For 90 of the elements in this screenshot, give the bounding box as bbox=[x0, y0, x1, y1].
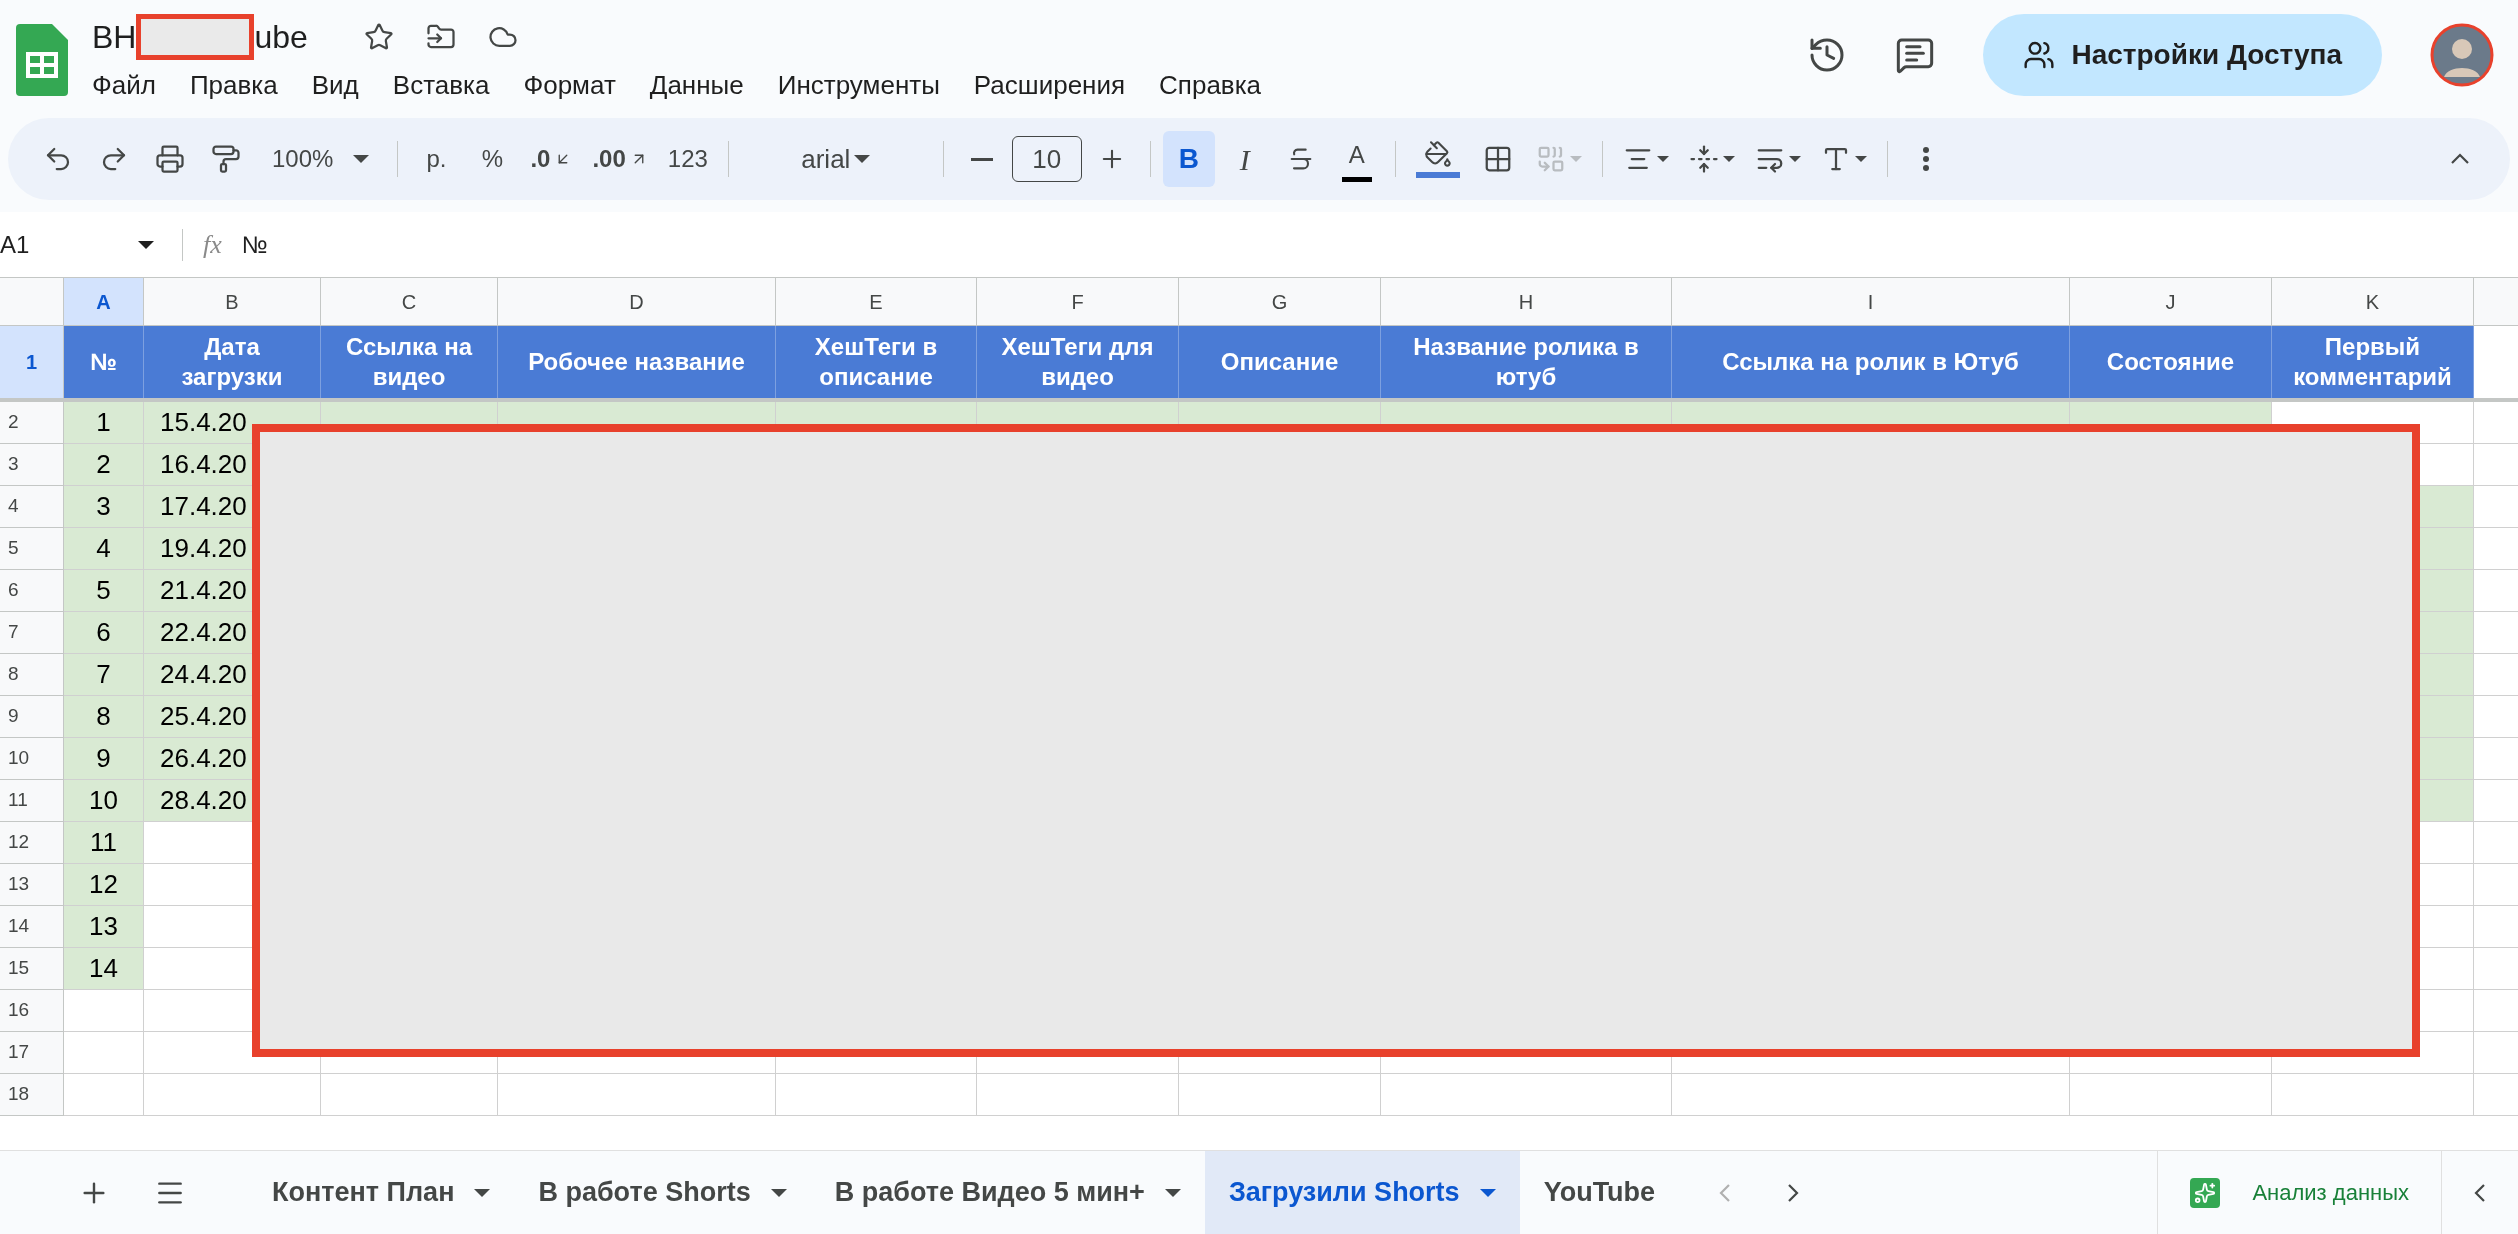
menu-item[interactable]: Правка bbox=[189, 65, 278, 105]
font-size-field[interactable]: 10 bbox=[1011, 136, 1082, 182]
currency-button[interactable]: р. bbox=[410, 131, 463, 187]
text-color-button[interactable]: A bbox=[1330, 131, 1383, 187]
name-box[interactable]: A1 bbox=[0, 226, 170, 263]
vertical-align-icon bbox=[1688, 144, 1719, 174]
header-cell: Ссылка на видео bbox=[321, 326, 498, 398]
row-number[interactable]: 13 bbox=[0, 864, 64, 906]
header-cell: Название ролика в ютуб bbox=[1381, 326, 1672, 398]
sheet-tab[interactable]: Загрузили Shorts bbox=[1204, 1151, 1520, 1234]
table-cell: 8 bbox=[64, 696, 144, 738]
row-number[interactable]: 6 bbox=[0, 570, 64, 612]
increase-decimal-button[interactable]: .00 bbox=[584, 131, 656, 187]
header-cell: Описание bbox=[1179, 326, 1381, 398]
table-cell: 9 bbox=[64, 738, 144, 780]
header-cell: ХешТеги в описание bbox=[776, 326, 977, 398]
zoom-dropdown[interactable]: 100% bbox=[256, 131, 386, 187]
paint-roller-icon bbox=[211, 144, 241, 174]
header-cell: № bbox=[64, 326, 144, 398]
star-icon[interactable] bbox=[363, 22, 394, 52]
menu-item[interactable]: Расширения bbox=[973, 65, 1126, 105]
header-cell: Ссылка на ролик в Ютуб bbox=[1672, 326, 2070, 398]
menu-item[interactable]: Инструменты bbox=[777, 65, 940, 105]
table-cell: 12 bbox=[64, 864, 144, 906]
menu-item[interactable]: Вставка bbox=[392, 65, 490, 105]
printer-icon bbox=[155, 144, 185, 174]
header-cell: Дата загрузки bbox=[144, 326, 321, 398]
column-header[interactable]: A bbox=[64, 278, 144, 326]
row-number[interactable]: 14 bbox=[0, 906, 64, 948]
font-dropdown[interactable]: arial bbox=[740, 131, 931, 187]
table-cell: 11 bbox=[64, 822, 144, 864]
menu-item[interactable]: Формат bbox=[523, 65, 616, 105]
table-cell: 13 bbox=[64, 906, 144, 948]
table-cell: 3 bbox=[64, 486, 144, 528]
minus-icon bbox=[970, 157, 993, 161]
header-cell: ХешТеги для видео bbox=[977, 326, 1179, 398]
share-button[interactable]: Настройки Доступа bbox=[1983, 14, 2382, 96]
menu-item[interactable]: Файл bbox=[92, 65, 156, 105]
menu-item[interactable]: Справка bbox=[1159, 65, 1262, 105]
row-number[interactable]: 7 bbox=[0, 612, 64, 654]
table-cell: 1 bbox=[64, 402, 144, 444]
table-cell: 2 bbox=[64, 444, 144, 486]
fx-label: fx bbox=[203, 229, 222, 261]
explore-button[interactable]: Анализ данных bbox=[2157, 1151, 2442, 1234]
row-number[interactable]: 2 bbox=[0, 402, 64, 444]
table-cell: 10 bbox=[64, 780, 144, 822]
collapse-side-panel-icon[interactable] bbox=[2474, 1182, 2486, 1203]
sparkle-icon bbox=[2190, 1177, 2221, 1208]
formula-field[interactable]: № bbox=[241, 226, 268, 263]
chevron-up-icon bbox=[2450, 153, 2470, 165]
people-icon bbox=[2023, 39, 2056, 71]
table-cell: 5 bbox=[64, 570, 144, 612]
row-number[interactable]: 12 bbox=[0, 822, 64, 864]
sheet-tab[interactable]: YouTube bbox=[1519, 1151, 1680, 1234]
row-number[interactable]: 18 bbox=[0, 1074, 64, 1116]
document-title[interactable]: BH bbox=[92, 13, 137, 61]
document-title[interactable]: ube bbox=[254, 13, 308, 61]
italic-button[interactable]: I bbox=[1218, 131, 1271, 187]
header-cell: Робочее название bbox=[498, 326, 776, 398]
table-cell: 7 bbox=[64, 654, 144, 696]
row-number[interactable]: 15 bbox=[0, 948, 64, 990]
sheet-tab[interactable]: В работе Видео 5 мин+ bbox=[810, 1151, 1205, 1234]
spreadsheet-logo-icon[interactable] bbox=[16, 24, 68, 96]
paint-bucket-icon bbox=[1423, 140, 1452, 168]
sheet-tab[interactable]: Контент План bbox=[248, 1151, 515, 1234]
header-cell: Первый комментарий bbox=[2272, 326, 2474, 398]
row-number[interactable]: 9 bbox=[0, 696, 64, 738]
row-number[interactable]: 11 bbox=[0, 780, 64, 822]
more-icon bbox=[1922, 147, 1929, 171]
table-cell: 4 bbox=[64, 528, 144, 570]
menu-item[interactable]: Данные bbox=[649, 65, 744, 105]
decrease-decimal-button[interactable]: .0 bbox=[522, 131, 581, 187]
scroll-right-icon[interactable] bbox=[1787, 1182, 1800, 1203]
sheet-tab[interactable]: В работе Shorts bbox=[514, 1151, 811, 1234]
row-header[interactable]: 1 bbox=[0, 326, 64, 398]
table-cell: 14 bbox=[64, 948, 144, 990]
row-number[interactable]: 4 bbox=[0, 486, 64, 528]
avatar[interactable] bbox=[2430, 23, 2494, 87]
row-number[interactable]: 16 bbox=[0, 990, 64, 1032]
row-number[interactable]: 5 bbox=[0, 528, 64, 570]
menu-item[interactable]: Вид bbox=[311, 65, 359, 105]
table-cell: 6 bbox=[64, 612, 144, 654]
percent-button[interactable]: % bbox=[466, 131, 519, 187]
bold-button[interactable]: B bbox=[1162, 131, 1215, 187]
number-format-button[interactable]: 123 bbox=[659, 131, 716, 187]
row-number[interactable]: 8 bbox=[0, 654, 64, 696]
row-number[interactable]: 10 bbox=[0, 738, 64, 780]
row-number[interactable]: 17 bbox=[0, 1032, 64, 1074]
row-number[interactable]: 3 bbox=[0, 444, 64, 486]
header-cell: Состояние bbox=[2070, 326, 2272, 398]
